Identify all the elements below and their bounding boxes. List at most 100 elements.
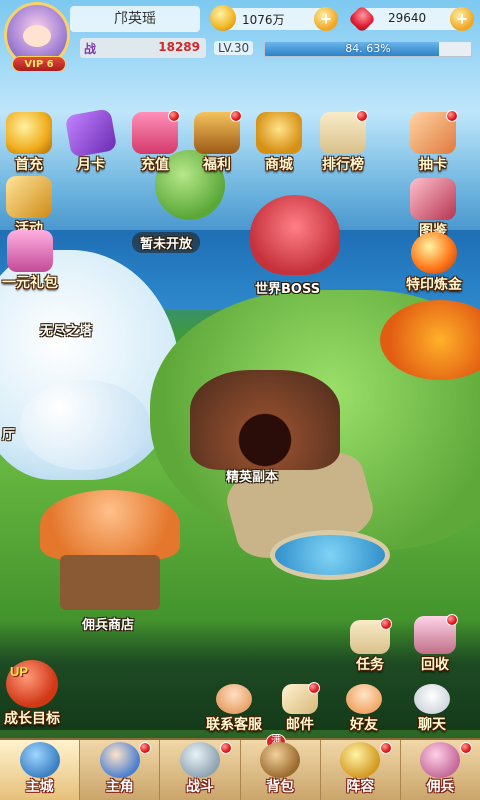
one-yuan-gift-label: 一元礼包 [2, 274, 58, 290]
world-boss-label[interactable]: 世界BOSS [255, 278, 320, 297]
tab-label: 佣兵 [426, 778, 455, 794]
add-gems-button[interactable]: + [450, 7, 474, 31]
leaderboard-button[interactable]: 排行榜 [320, 110, 368, 174]
gold-coin-icon [210, 5, 236, 31]
one-yuan-gift-button[interactable]: 一元礼包 [2, 230, 58, 292]
notification-dot [308, 682, 320, 694]
recharge-button[interactable]: 充值 [132, 110, 180, 174]
player-name: 邝英瑶 [70, 6, 200, 32]
hall-label[interactable]: 厅 [2, 424, 15, 443]
card-icon [64, 108, 118, 158]
gem-display: 29640 + [347, 4, 474, 34]
monthly-card-button[interactable]: 月卡 [64, 108, 118, 174]
pond [270, 530, 390, 580]
vip-badge: VIP 6 [12, 56, 66, 72]
mercenary-shop-label[interactable]: 佣兵商店 [82, 614, 134, 633]
friends-button[interactable]: 好友 [346, 684, 382, 734]
endless-tower-label[interactable]: 无尽之塔 [40, 320, 92, 339]
shop-building[interactable] [60, 555, 160, 610]
recycle-label: 回收 [421, 656, 449, 672]
friends-icon [346, 684, 382, 714]
shopping-bag-icon [256, 112, 302, 154]
gold-amount: 1076万 [242, 13, 285, 27]
tab-hero[interactable]: 主角 [80, 740, 161, 800]
customer-service-button[interactable]: 联系客服 [206, 684, 262, 734]
special-seal-label: 特印炼金 [406, 276, 462, 292]
hero-cards-icon [410, 110, 458, 154]
tab-label: 阵容 [346, 778, 375, 794]
welfare-button[interactable]: 福利 [194, 110, 242, 174]
tab-label: 背包 [266, 778, 295, 794]
notification-dot [446, 614, 458, 626]
gold-pile-icon [6, 112, 52, 154]
tab-label: 主角 [105, 778, 134, 794]
castle-icon [19, 742, 60, 778]
top-bar: VIP 6 邝英瑶 战 18289 1076万 + 29640 + LV.30 … [0, 0, 480, 72]
growth-bomb-icon: UP [6, 660, 58, 708]
recycle-button[interactable]: 回收 [414, 614, 458, 674]
notification-dot [356, 110, 368, 122]
power-value: 18289 [158, 40, 200, 54]
draw-card-label: 抽卡 [419, 156, 447, 172]
first-recharge-button[interactable]: 首充 [6, 112, 52, 174]
tab-label: 主城 [25, 778, 54, 794]
level-label: LV.30 [214, 41, 254, 55]
gold-display: 1076万 + [210, 5, 338, 31]
tab-battle[interactable]: 战斗 [160, 740, 241, 800]
backpack-icon [260, 742, 301, 778]
mail-label: 邮件 [286, 716, 314, 732]
snow-hill [20, 380, 150, 470]
dungeon-building[interactable] [190, 370, 340, 470]
notification-dot [168, 110, 180, 122]
tab-backpack[interactable]: 满 背包 [241, 734, 321, 800]
mercenary-portrait-icon [420, 742, 461, 778]
notification-dot [446, 110, 458, 122]
events-button[interactable]: 活动 [6, 176, 52, 238]
quest-label: 任务 [356, 656, 384, 672]
power-bar: 战 18289 [80, 38, 206, 58]
monthly-card-label: 月卡 [77, 156, 105, 172]
gem-amount: 29640 [388, 11, 427, 25]
recharge-label: 充值 [141, 156, 169, 172]
avatar-face [23, 25, 51, 47]
flag-icon [340, 742, 381, 778]
chat-button[interactable]: 聊天 [414, 684, 450, 734]
gem-box-icon [132, 110, 180, 154]
gift-box-icon [7, 230, 53, 272]
elite-dungeon-label[interactable]: 精英副本 [226, 466, 278, 485]
crossed-swords-icon [179, 742, 220, 778]
tab-lineup[interactable]: 阵容 [321, 740, 401, 800]
hero-portrait-icon [99, 742, 140, 778]
octopus-boss[interactable] [250, 195, 340, 275]
notification-dot [379, 742, 392, 754]
special-seal-button[interactable]: 特印炼金 [406, 232, 462, 294]
gallery-button[interactable]: 图鉴 [410, 178, 456, 240]
customer-service-label: 联系客服 [206, 716, 262, 732]
notification-dot [139, 742, 152, 754]
draw-card-button[interactable]: 抽卡 [410, 110, 458, 174]
coming-soon-label: 暂未开放 [132, 232, 201, 253]
shop-button[interactable]: 商城 [256, 112, 302, 174]
mushroom-roof [40, 490, 180, 560]
quest-scroll-icon [350, 618, 392, 654]
chat-label: 聊天 [418, 716, 446, 732]
tab-main-city[interactable]: 主城 [0, 740, 81, 800]
add-gold-button[interactable]: + [314, 7, 338, 31]
mail-button[interactable]: 邮件 [282, 682, 320, 734]
friends-label: 好友 [350, 716, 378, 732]
leaderboard-label: 排行榜 [322, 156, 364, 172]
tab-mercenary[interactable]: 佣兵 [401, 740, 480, 800]
welfare-label: 福利 [203, 156, 231, 172]
power-label: 战 [84, 42, 97, 56]
quest-button[interactable]: 任务 [350, 618, 392, 674]
notification-dot [219, 742, 232, 754]
bottom-nav: 主城 主角 战斗 满 背包 阵容 佣兵 [0, 734, 480, 800]
notification-dot [460, 742, 473, 754]
notification-dot [380, 618, 392, 630]
shop-label: 商城 [265, 156, 293, 172]
growth-goal-button[interactable]: UP 成长目标 [4, 660, 60, 728]
recycle-chest-icon [414, 614, 458, 654]
ruby-gem-icon [347, 4, 377, 34]
treasure-chest-icon [194, 110, 242, 154]
exp-track: 84. 63% [264, 41, 472, 57]
